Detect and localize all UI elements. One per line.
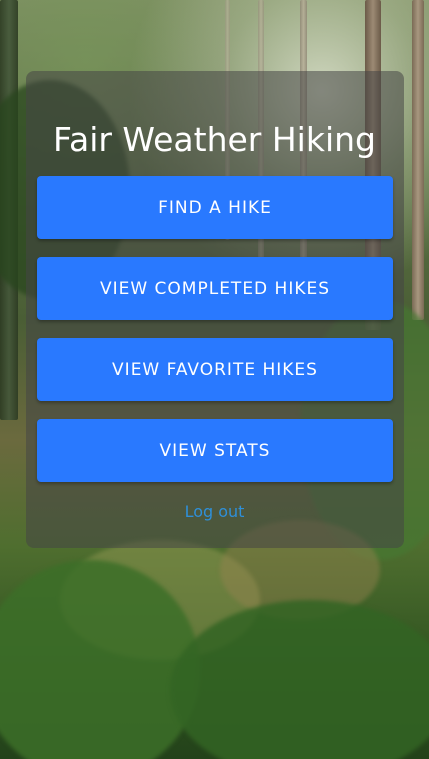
tree-trunk <box>412 0 424 320</box>
view-stats-button[interactable]: VIEW STATS <box>37 419 393 482</box>
app-title: Fair Weather Hiking <box>53 120 376 159</box>
logout-link[interactable]: Log out <box>0 502 429 521</box>
find-hike-button[interactable]: FIND A HIKE <box>37 176 393 239</box>
view-favorite-hikes-button[interactable]: VIEW FAVORITE HIKES <box>37 338 393 401</box>
view-completed-hikes-button[interactable]: VIEW COMPLETED HIKES <box>37 257 393 320</box>
